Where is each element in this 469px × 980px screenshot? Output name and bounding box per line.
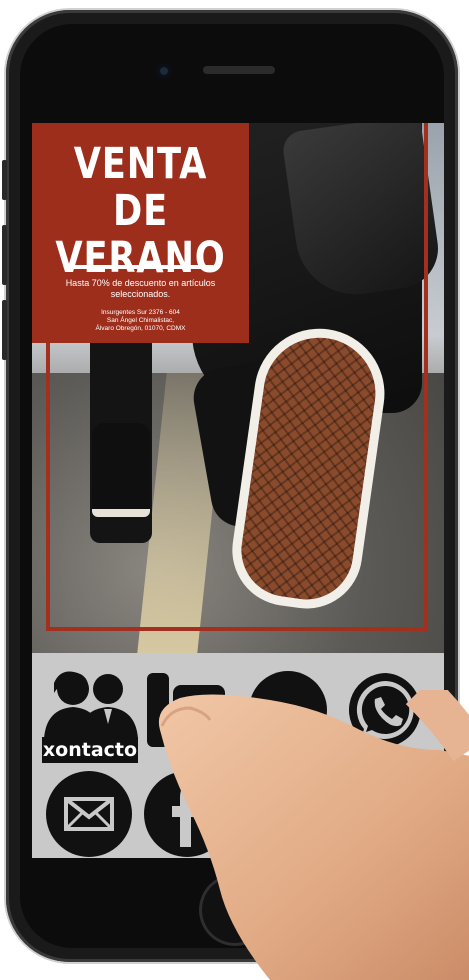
promo-subtitle: Hasta 70% de descuento en artículos sele… [65, 278, 216, 299]
contact-icon[interactable]: xontacto [40, 669, 140, 765]
promo-title-line1: VENTA DE [73, 139, 208, 236]
envelope-icon [64, 797, 114, 831]
address-line2: San Ángel Chimalistac, [106, 317, 175, 324]
promo-title-line2: VERANO [55, 233, 226, 283]
mute-switch [2, 160, 7, 200]
address-line1: Insurgentes Sur 2376 - 604 [101, 309, 180, 316]
address-line3: Álvaro Obregón, 01070, CDMX [95, 325, 186, 332]
promo-address: Insurgentes Sur 2376 - 604 San Ángel Chi… [52, 309, 229, 333]
promo-title: VENTA DE VERANO [52, 141, 230, 282]
promo-banner[interactable]: VENTA DE VERANO Hasta 70% de descuento e… [32, 123, 249, 343]
email-icon[interactable] [46, 771, 132, 857]
volume-down-button [2, 300, 7, 360]
front-camera [157, 64, 171, 78]
volume-up-button [2, 225, 7, 285]
earpiece-speaker [203, 66, 275, 74]
contact-label: xontacto [42, 737, 138, 763]
people-icon [44, 671, 138, 739]
promo-divider [68, 265, 213, 269]
hand-image [159, 690, 469, 980]
